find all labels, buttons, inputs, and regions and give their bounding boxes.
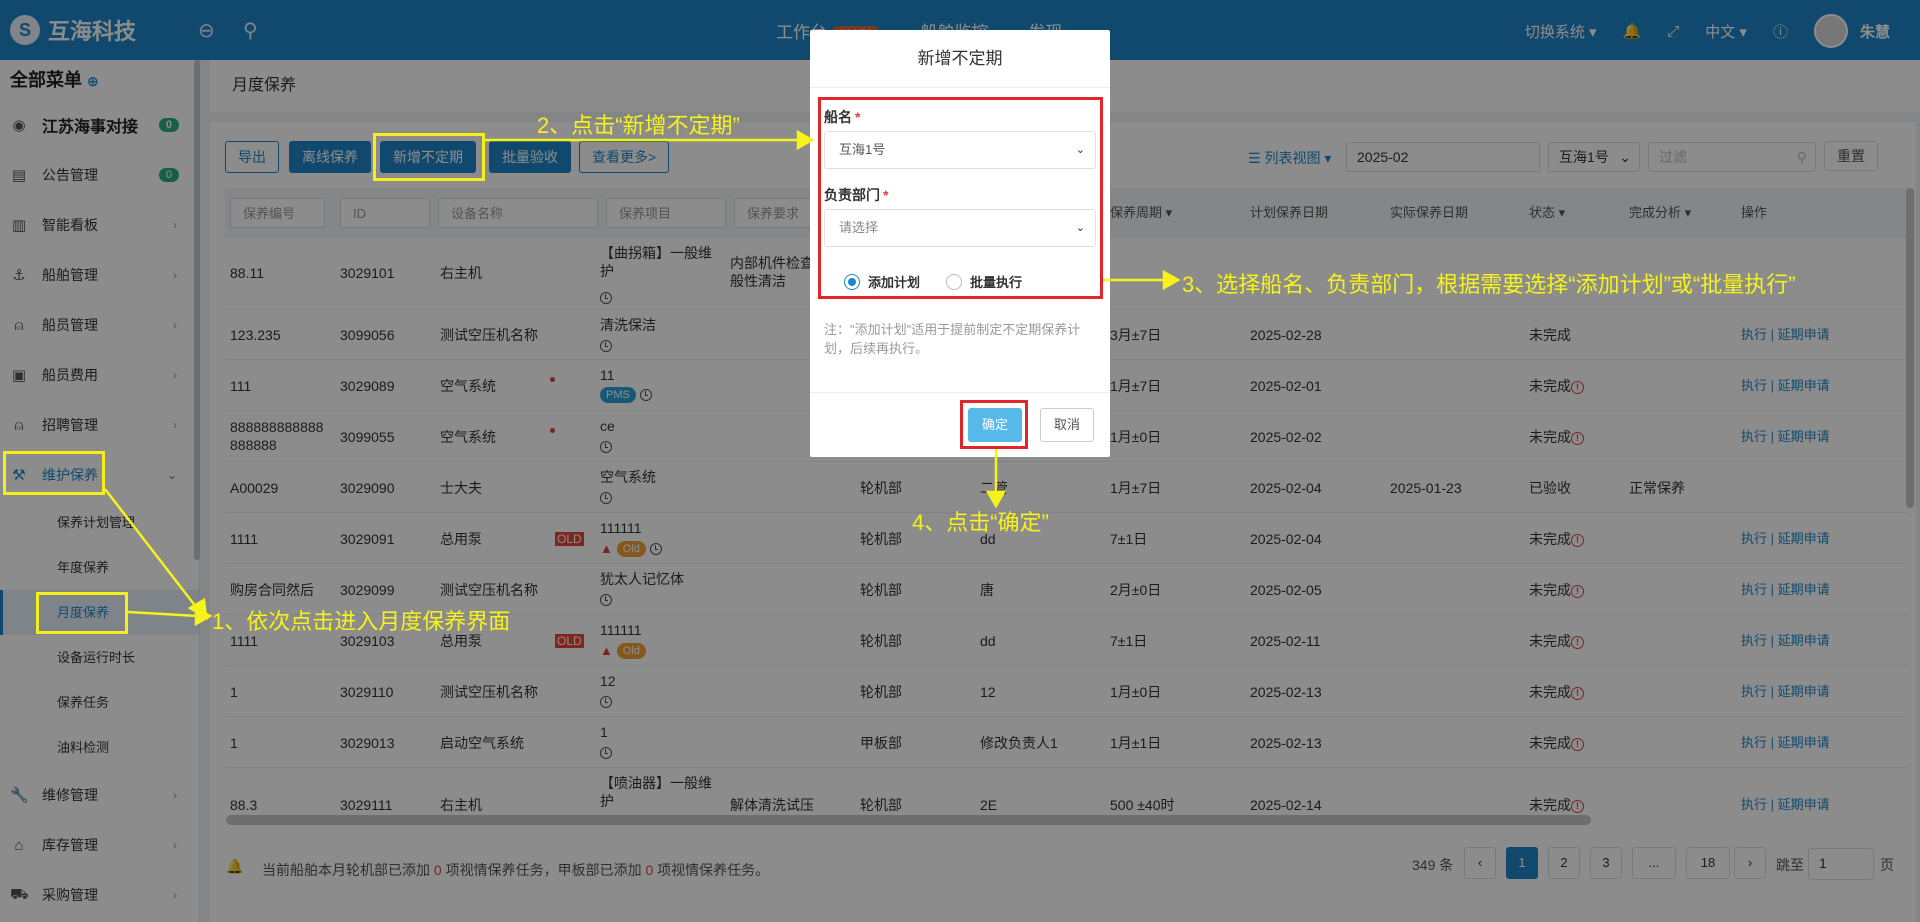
arrow-step1-b: [127, 610, 199, 618]
annotation-step3: 3、选择船名、负责部门，根据需要选择“添加计划”或“批量执行”: [1182, 272, 1796, 297]
annotation-step1: 1、依次点击进入月度保养界面: [212, 609, 511, 634]
arrowhead-step4: [985, 490, 1007, 509]
annotation-step4: 4、点击“确定”: [912, 510, 1049, 535]
arrowhead-step2: [796, 129, 815, 151]
arrowhead-step3: [1162, 269, 1181, 291]
annotation-step2: 2、点击“新增不定期”: [537, 113, 740, 138]
arrow-step1-a: [104, 488, 201, 613]
annotation-arrows: [104, 129, 1181, 627]
